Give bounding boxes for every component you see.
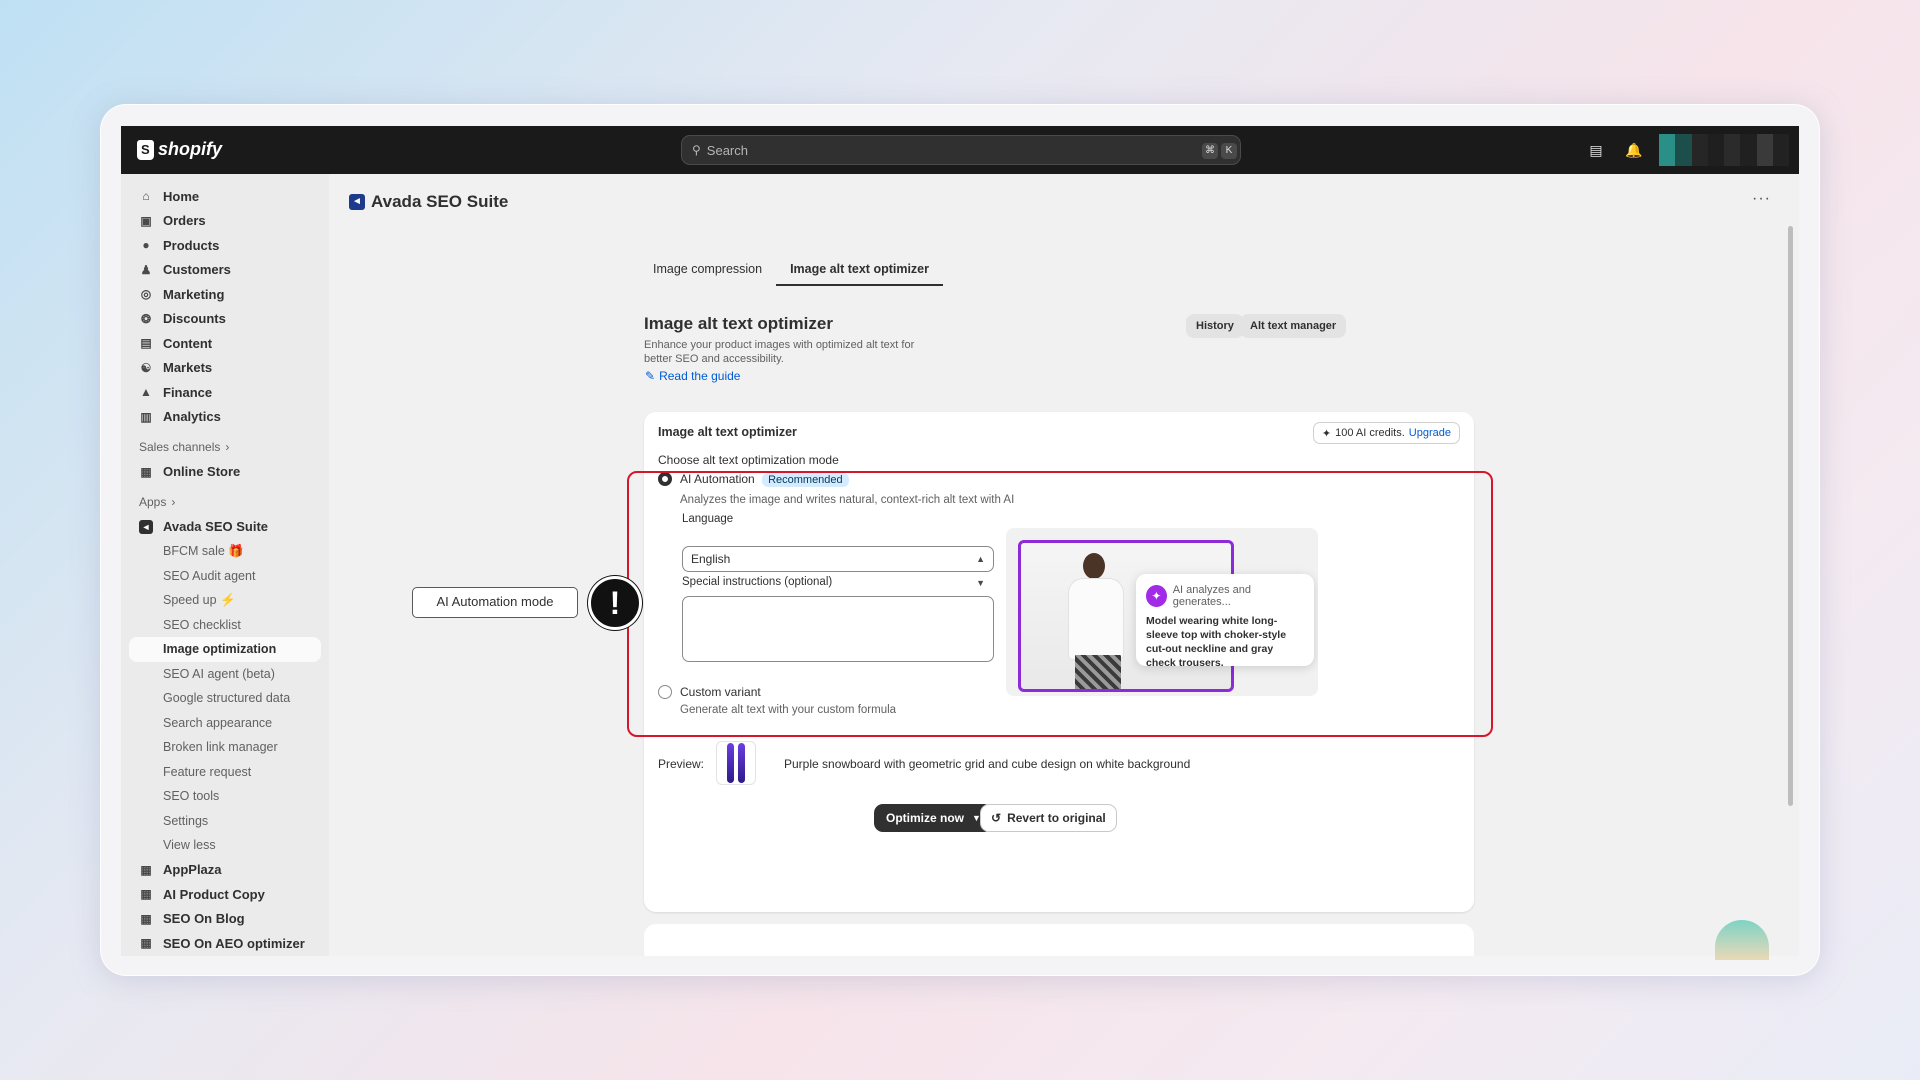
sidebar-sub-feature-request[interactable]: Feature request xyxy=(121,760,329,785)
sidebar-item-customers[interactable]: ♟ Customers xyxy=(121,258,329,283)
preview-label: Preview: xyxy=(658,757,705,771)
sidebar-item-aeo[interactable]: ▦ SEO On AEO optimizer xyxy=(121,931,329,956)
history-button[interactable]: History xyxy=(1186,314,1244,338)
revert-button[interactable]: ↺ Revert to original xyxy=(980,804,1117,832)
app-icon: ▦ xyxy=(140,936,152,951)
app-icon: ▦ xyxy=(140,862,152,877)
sidebar-item-content[interactable]: ▤ Content xyxy=(121,331,329,356)
chart-icon: ▥ xyxy=(140,409,152,424)
sidebar-sub-ai-agent[interactable]: SEO AI agent (beta) xyxy=(121,662,329,687)
apps-header[interactable]: Apps › xyxy=(121,490,329,515)
more-actions-button[interactable]: ··· xyxy=(1752,190,1771,208)
ai-credits-badge: ✦ 100 AI credits. Upgrade xyxy=(1312,422,1460,444)
tag-icon: ● xyxy=(142,238,150,253)
sidebar-item-appplaza[interactable]: ▦ AppPlaza xyxy=(121,858,329,883)
sidebar: ⌂ Home ▣ Orders ● Products ♟ Customers ◎ Mark… xyxy=(121,174,329,956)
app-icon: ▦ xyxy=(140,911,152,926)
annotation-callout: AI Automation mode xyxy=(412,587,578,618)
content-icon: ▤ xyxy=(140,336,152,351)
target-icon: ◎ xyxy=(140,287,152,302)
app-title: Avada SEO Suite xyxy=(371,192,509,211)
page-description: Enhance your product images with optimiz… xyxy=(644,339,915,365)
sidebar-item-finance[interactable]: ▲ Finance xyxy=(121,380,329,405)
upgrade-link[interactable]: Upgrade xyxy=(1409,427,1451,439)
search-input[interactable]: ⚲ Search ⌘ K xyxy=(681,135,1241,165)
undo-icon: ↺ xyxy=(991,811,1002,825)
scrollbar[interactable] xyxy=(1788,226,1793,806)
avada-app-icon: ◄ xyxy=(139,519,153,534)
tab-bar: Image compression Image alt text optimiz… xyxy=(639,254,944,286)
person-icon: ♟ xyxy=(140,262,152,277)
sidebar-item-marketing[interactable]: ◎ Marketing xyxy=(121,282,329,307)
search-icon: ⚲ xyxy=(692,143,701,157)
sidebar-sub-structured-data[interactable]: Google structured data xyxy=(121,686,329,711)
orders-icon: ▣ xyxy=(140,213,152,228)
globe-icon: ☯ xyxy=(140,360,152,375)
sidebar-item-analytics[interactable]: ▥ Analytics xyxy=(121,405,329,430)
sidebar-sub-broken-link[interactable]: Broken link manager xyxy=(121,735,329,760)
sidebar-sub-audit[interactable]: SEO Audit agent xyxy=(121,564,329,589)
inbox-icon[interactable]: ▤ xyxy=(1587,141,1605,159)
discount-icon: ❂ xyxy=(140,311,152,326)
app-header: ◄ Avada SEO Suite xyxy=(349,192,508,212)
page-title: Image alt text optimizer xyxy=(644,314,833,333)
home-icon: ⌂ xyxy=(142,189,150,204)
shopify-bag-icon xyxy=(137,139,154,160)
tab-image-compression[interactable]: Image compression xyxy=(639,254,776,284)
shopify-logo[interactable]: shopify xyxy=(137,139,222,160)
chevron-right-icon: › xyxy=(171,495,176,510)
sidebar-sub-checklist[interactable]: SEO checklist xyxy=(121,613,329,638)
card-title: Image alt text optimizer xyxy=(658,425,797,439)
brand-name: shopify xyxy=(158,139,223,159)
sidebar-item-seo-on-blog[interactable]: ▦ SEO On Blog xyxy=(121,907,329,932)
highlight-box xyxy=(627,471,1493,737)
sales-channels-header[interactable]: Sales channels › xyxy=(121,435,329,460)
sidebar-item-products[interactable]: ● Products xyxy=(121,233,329,258)
bank-icon: ▲ xyxy=(140,385,152,400)
shortcut-cmd: ⌘ xyxy=(1202,143,1218,159)
read-guide-link[interactable]: ✎ Read the guide xyxy=(645,369,740,383)
exclamation-icon: ! xyxy=(588,576,642,630)
app-icon: ▦ xyxy=(140,887,152,902)
alt-text-manager-button[interactable]: Alt text manager xyxy=(1240,314,1347,338)
snowboard-thumbnail xyxy=(716,741,756,785)
mode-label: Choose alt text optimization mode xyxy=(658,453,839,467)
sidebar-sub-search-appearance[interactable]: Search appearance xyxy=(121,711,329,736)
sidebar-sub-bfcm[interactable]: BFCM sale 🎁 xyxy=(121,539,329,564)
sidebar-sub-speed[interactable]: Speed up ⚡ xyxy=(121,588,329,613)
next-card xyxy=(644,924,1474,956)
top-bar: shopify ⚲ Search ⌘ K ▤ 🔔 xyxy=(121,126,1799,174)
avada-app-icon: ◄ xyxy=(349,194,365,210)
shortcut-k: K xyxy=(1221,143,1237,159)
preview-text: Purple snowboard with geometric grid and… xyxy=(784,757,1191,771)
tab-alt-text-optimizer[interactable]: Image alt text optimizer xyxy=(776,254,944,286)
sidebar-sub-seo-tools[interactable]: SEO tools xyxy=(121,784,329,809)
optimize-now-button[interactable]: Optimize now ▼ xyxy=(874,804,993,832)
sidebar-item-online-store[interactable]: ▦ Online Store xyxy=(121,460,329,485)
store-icon: ▦ xyxy=(140,464,152,479)
sidebar-item-discounts[interactable]: ❂ Discounts xyxy=(121,307,329,332)
sidebar-sub-image-optimization[interactable]: Image optimization xyxy=(129,637,321,662)
account-menu[interactable] xyxy=(1659,134,1789,166)
sidebar-sub-settings[interactable]: Settings xyxy=(121,809,329,834)
sidebar-item-ai-product-copy[interactable]: ▦ AI Product Copy xyxy=(121,882,329,907)
sidebar-sub-view-less[interactable]: View less xyxy=(121,833,329,858)
sidebar-item-markets[interactable]: ☯ Markets xyxy=(121,356,329,381)
sidebar-item-home[interactable]: ⌂ Home xyxy=(121,184,329,209)
sparkle-icon: ✦ xyxy=(1321,427,1332,440)
sidebar-item-orders[interactable]: ▣ Orders xyxy=(121,209,329,234)
search-placeholder: Search xyxy=(706,142,748,158)
guide-icon: ✎ xyxy=(645,369,656,383)
sidebar-item-avada[interactable]: ◄ Avada SEO Suite xyxy=(121,515,329,540)
chevron-right-icon: › xyxy=(225,440,230,455)
bell-icon[interactable]: 🔔 xyxy=(1625,141,1643,159)
